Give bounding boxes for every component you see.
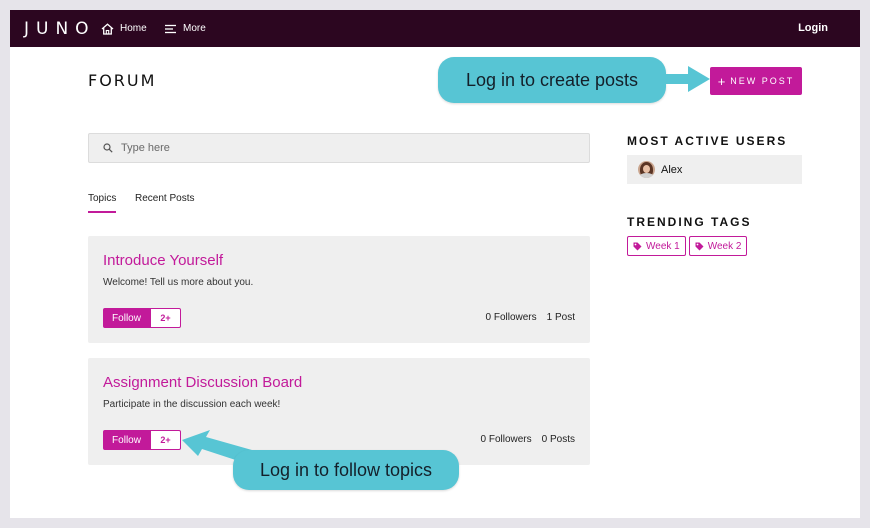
followers-count: 0 Followers (485, 312, 537, 323)
new-post-button[interactable]: + NEW POST (710, 67, 802, 95)
nav-home[interactable]: Home (101, 10, 147, 47)
most-active-users-heading: MOST ACTIVE USERS (627, 134, 788, 148)
top-navigation-bar: JUNO Home More Login (10, 10, 860, 47)
followers-count: 0 Followers (480, 434, 532, 445)
topic-card[interactable]: Introduce Yourself Welcome! Tell us more… (88, 236, 590, 343)
follow-count-badge[interactable]: 2+ (150, 308, 181, 328)
topic-description: Participate in the discussion each week! (103, 399, 281, 410)
topic-stats: 0 Followers 0 Posts (481, 434, 576, 445)
new-post-label: NEW POST (730, 76, 795, 86)
home-icon (101, 22, 114, 35)
menu-icon (165, 24, 176, 33)
posts-count: 1 Post (546, 312, 575, 323)
app-window: JUNO Home More Login FORUM + NEW POST Lo… (10, 10, 860, 518)
tab-recent-posts[interactable]: Recent Posts (135, 193, 194, 204)
follow-button[interactable]: Follow (103, 308, 150, 328)
search-input[interactable] (121, 142, 561, 154)
callout-arrow-right-icon (662, 66, 710, 92)
search-bar[interactable] (88, 133, 590, 163)
page-title: FORUM (88, 71, 157, 90)
tag-icon (695, 242, 704, 250)
plus-icon: + (717, 73, 726, 89)
trending-tags-list: Week 1 Week 2 (627, 236, 750, 256)
posts-count: 0 Posts (541, 434, 575, 445)
topic-description: Welcome! Tell us more about you. (103, 277, 254, 288)
topic-card[interactable]: Assignment Discussion Board Participate … (88, 358, 590, 465)
topic-stats: 0 Followers 1 Post (486, 312, 576, 323)
nav-more-label: More (183, 23, 206, 34)
search-icon (103, 143, 113, 153)
active-user-item[interactable]: Alex (627, 155, 802, 184)
tooltip-follow-topics: Log in to follow topics (233, 450, 459, 490)
tag-week-1[interactable]: Week 1 (627, 236, 686, 256)
trending-tags-heading: TRENDING TAGS (627, 215, 752, 229)
login-link[interactable]: Login (798, 22, 828, 34)
tag-icon (633, 242, 642, 250)
nav-home-label: Home (120, 23, 147, 34)
tab-topics[interactable]: Topics (88, 193, 117, 213)
tag-week-2[interactable]: Week 2 (688, 236, 748, 256)
topic-title[interactable]: Introduce Yourself (103, 252, 223, 269)
follow-control: Follow 2+ (103, 308, 181, 328)
tooltip-create-posts: Log in to create posts (438, 57, 666, 103)
follow-count-badge[interactable]: 2+ (150, 430, 181, 450)
tag-label: Week 2 (707, 240, 742, 252)
avatar (638, 161, 655, 178)
tag-label: Week 1 (646, 240, 680, 252)
topic-title[interactable]: Assignment Discussion Board (103, 374, 302, 391)
nav-more[interactable]: More (165, 10, 206, 47)
user-name: Alex (661, 163, 683, 176)
follow-button[interactable]: Follow (103, 430, 150, 450)
juno-logo[interactable]: JUNO (24, 19, 96, 39)
follow-control: Follow 2+ (103, 430, 181, 450)
